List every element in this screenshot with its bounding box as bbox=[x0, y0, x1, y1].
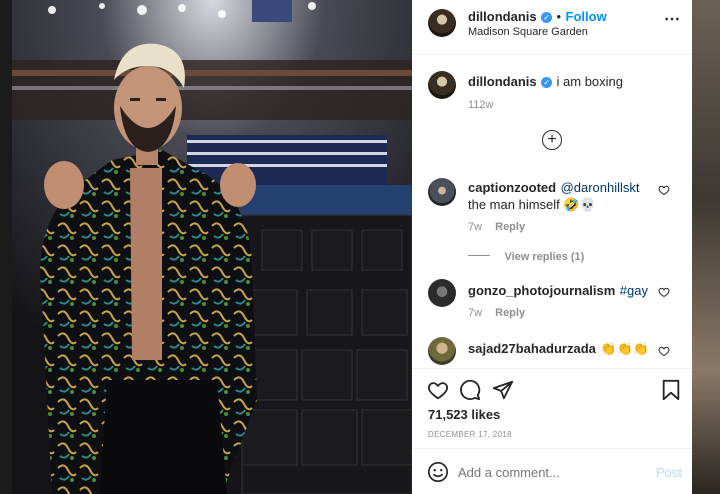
comment-avatar[interactable] bbox=[428, 178, 456, 206]
follow-button[interactable]: Follow bbox=[566, 9, 607, 24]
more-options-icon[interactable]: ⋯ bbox=[664, 9, 680, 29]
comment-box-divider bbox=[412, 448, 692, 449]
comment-like-heart-icon[interactable] bbox=[658, 286, 670, 298]
comment-username[interactable]: gonzo_photojournalism bbox=[468, 283, 615, 298]
verified-icon: ✓ bbox=[541, 12, 553, 23]
verified-icon: ✓ bbox=[541, 77, 553, 88]
comment-reply-button[interactable]: Reply bbox=[495, 307, 525, 319]
comment-icon[interactable] bbox=[459, 379, 481, 401]
caption-avatar[interactable] bbox=[428, 71, 456, 99]
comment-hashtag[interactable]: #gay bbox=[620, 283, 648, 298]
actions-divider bbox=[412, 368, 692, 369]
comment-avatar[interactable] bbox=[428, 279, 456, 307]
caption-age[interactable]: 112w bbox=[468, 99, 493, 111]
load-more-icon[interactable]: + bbox=[542, 130, 562, 150]
comment-avatar[interactable] bbox=[428, 337, 456, 365]
post-photo[interactable] bbox=[12, 0, 412, 494]
background-overlay-left bbox=[0, 0, 12, 494]
comment-username[interactable]: sajad27bahadurzada bbox=[468, 341, 596, 356]
likes-count[interactable]: 71,523 likes bbox=[428, 407, 500, 422]
comment-text: the man himself 🤣💀 bbox=[468, 197, 596, 212]
comment-mention[interactable]: @daronhillskt bbox=[561, 180, 640, 195]
view-replies-line bbox=[468, 255, 490, 256]
post-comment-button[interactable]: Post bbox=[656, 465, 682, 480]
comment-text: 👏👏👏 bbox=[600, 341, 649, 356]
comment-like-heart-icon[interactable] bbox=[658, 345, 670, 357]
header-divider bbox=[412, 54, 692, 55]
view-replies-button[interactable]: View replies (1) bbox=[504, 251, 584, 263]
post-date: DECEMBER 17, 2018 bbox=[428, 430, 512, 439]
comment-like-heart-icon[interactable] bbox=[658, 184, 670, 196]
comment-age[interactable]: 7w bbox=[468, 221, 482, 233]
add-comment-input[interactable] bbox=[458, 463, 638, 481]
share-icon[interactable] bbox=[492, 379, 514, 401]
header-separator: • bbox=[556, 9, 562, 24]
post-details-panel: dillondanis ✓ • Follow Madison Square Ga… bbox=[412, 0, 692, 494]
caption-username[interactable]: dillondanis bbox=[468, 74, 537, 89]
author-username[interactable]: dillondanis bbox=[468, 9, 537, 24]
emoji-icon[interactable] bbox=[427, 461, 449, 483]
comment-age[interactable]: 7w bbox=[468, 307, 482, 319]
author-avatar[interactable] bbox=[428, 9, 456, 37]
post-location[interactable]: Madison Square Garden bbox=[468, 26, 588, 38]
heart-icon[interactable] bbox=[427, 379, 449, 401]
background-overlay-right bbox=[692, 0, 720, 494]
comment-username[interactable]: captionzooted bbox=[468, 180, 556, 195]
caption-text: i am boxing bbox=[556, 74, 624, 89]
comment-reply-button[interactable]: Reply bbox=[495, 221, 525, 233]
bookmark-icon[interactable] bbox=[661, 379, 681, 401]
